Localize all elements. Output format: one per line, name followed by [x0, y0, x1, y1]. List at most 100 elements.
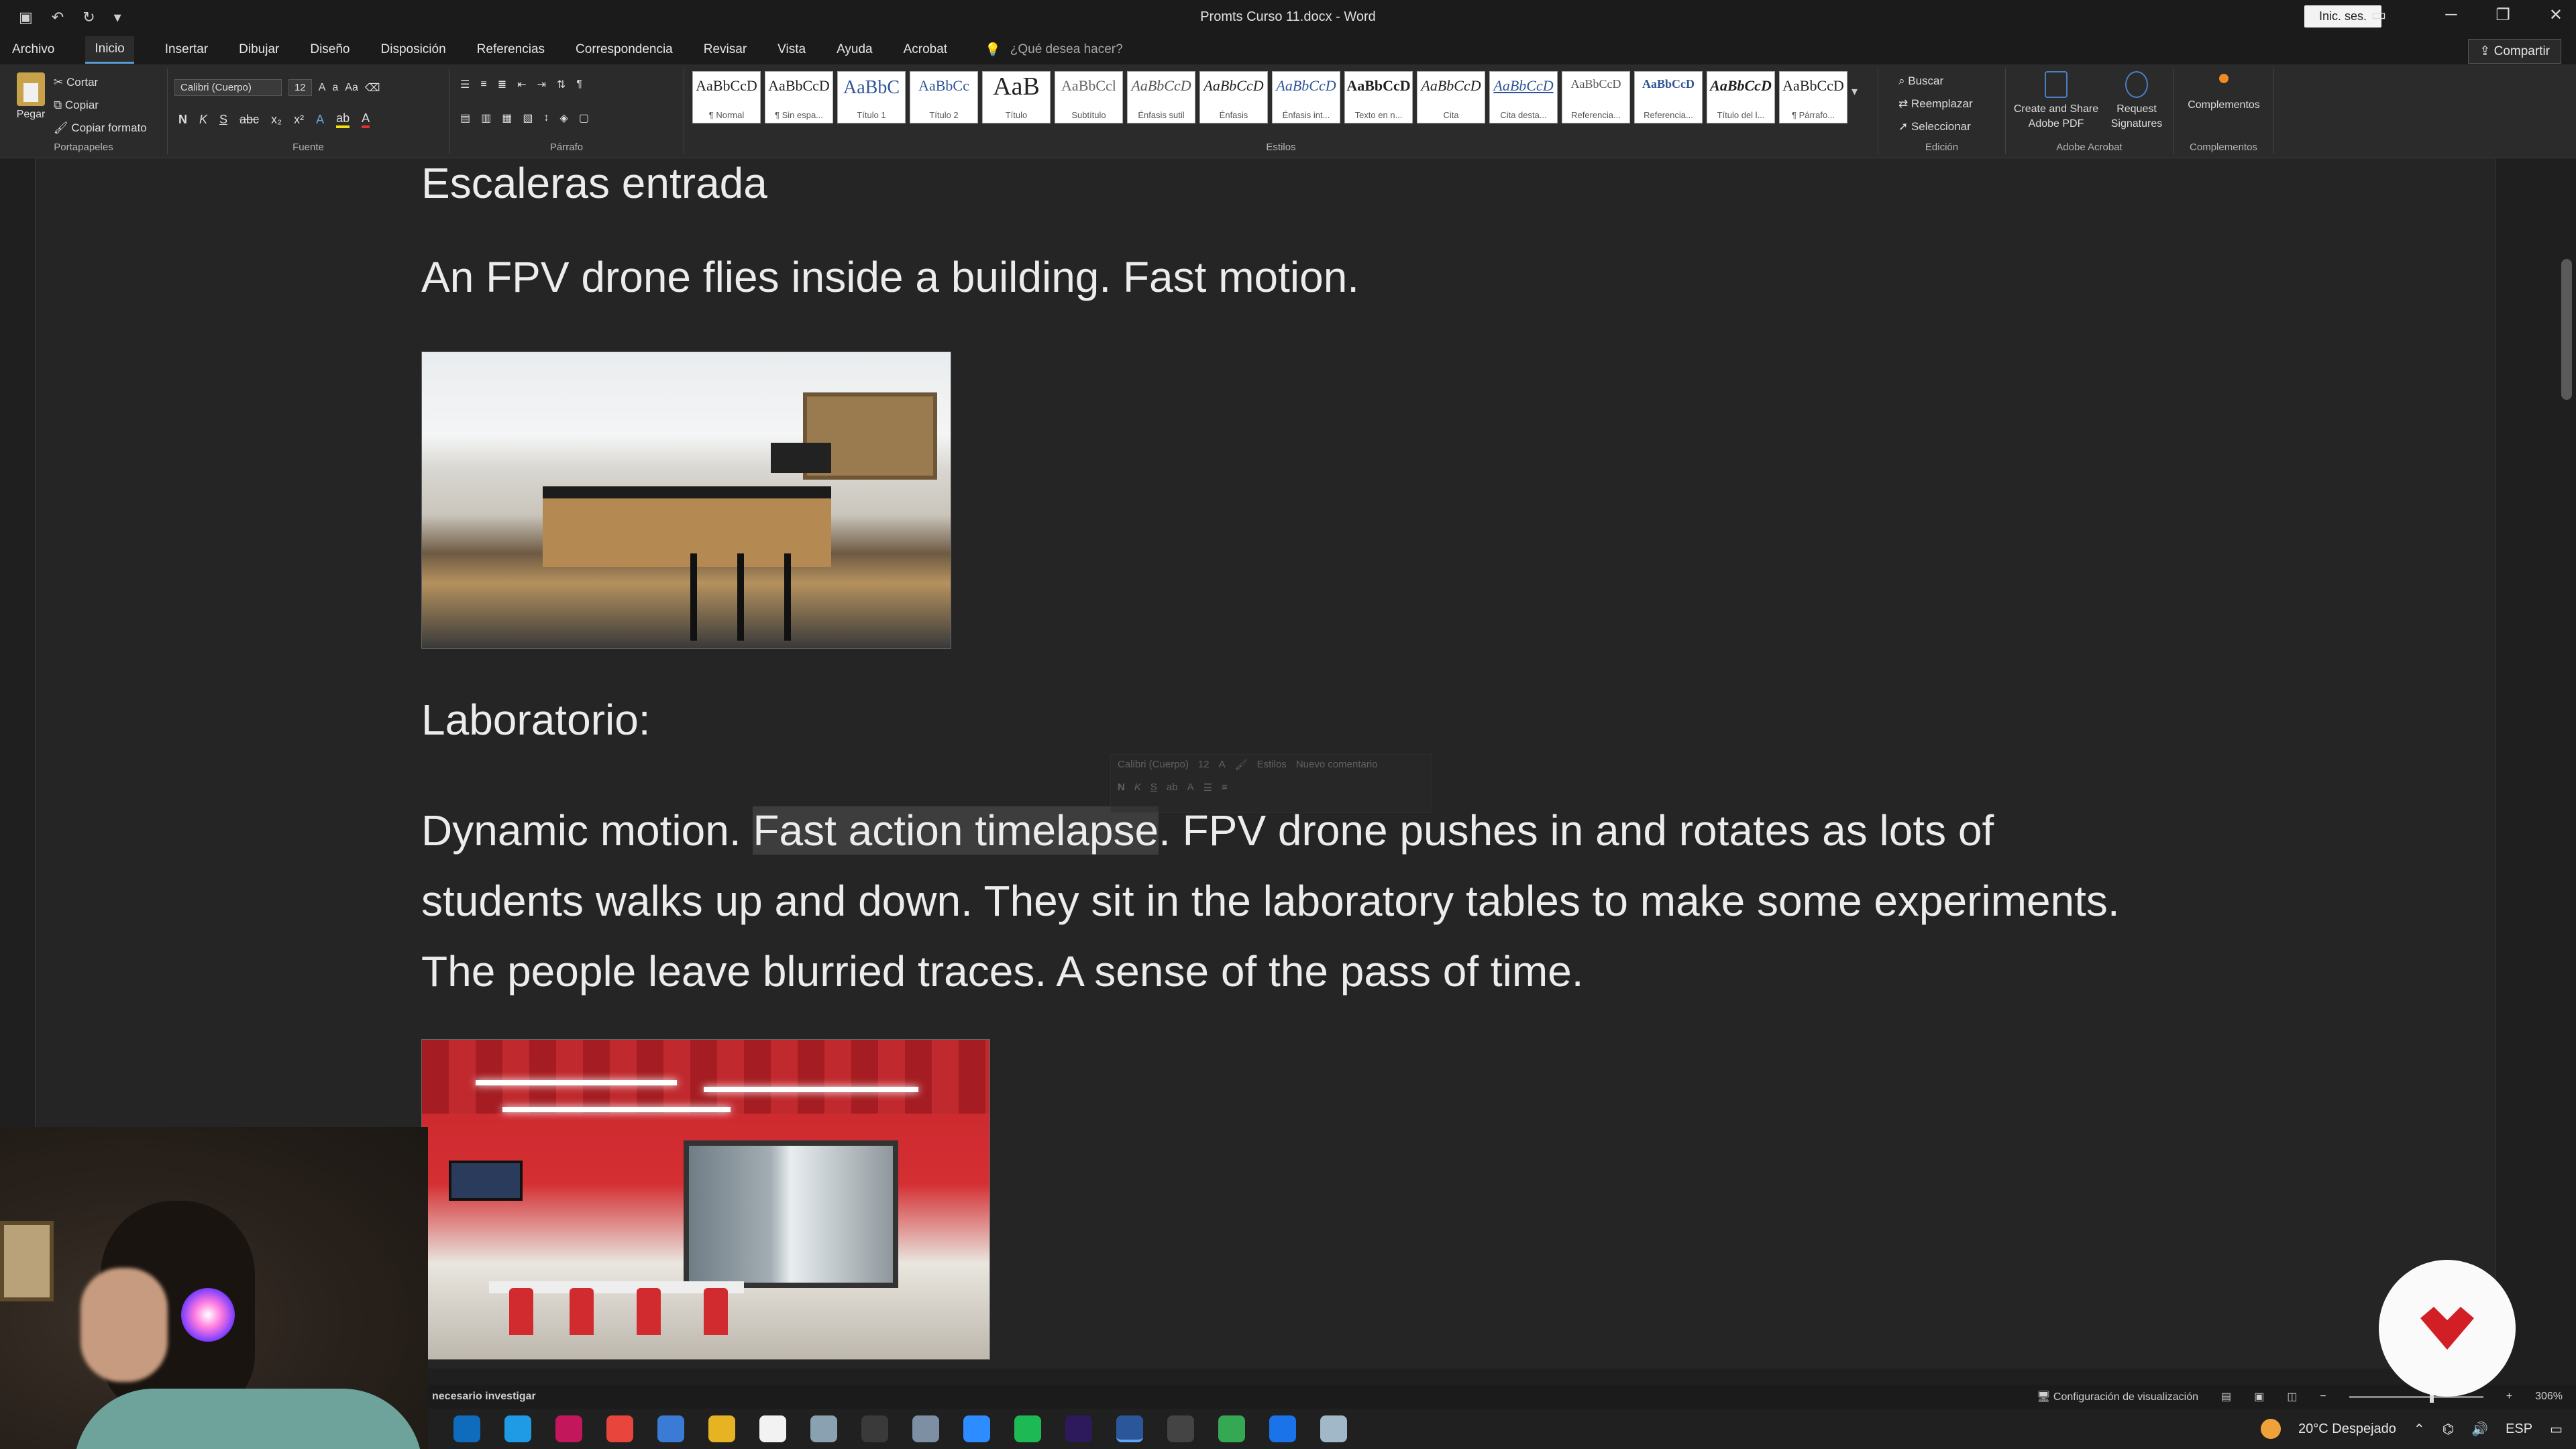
- multilevel-list-icon[interactable]: ≣: [498, 78, 506, 91]
- app-icon[interactable]: [555, 1415, 582, 1442]
- tab-dibujar[interactable]: Dibujar: [239, 42, 279, 57]
- spotify-icon[interactable]: [1014, 1415, 1041, 1442]
- paragraph-fpv[interactable]: An FPV drone flies inside a building. Fa…: [421, 252, 1359, 302]
- heading-laboratorio[interactable]: Laboratorio:: [421, 695, 651, 745]
- notion-icon[interactable]: [759, 1415, 786, 1442]
- grow-font-icon[interactable]: A: [319, 82, 326, 94]
- edge-icon[interactable]: [504, 1415, 531, 1442]
- app-icon[interactable]: [1269, 1415, 1296, 1442]
- request-signatures-button[interactable]: Request Signatures: [2103, 71, 2170, 131]
- mini-highlight-icon[interactable]: ab: [1167, 782, 1178, 794]
- style-subtle-reference[interactable]: AaBbCcD Referencia...: [1562, 71, 1630, 123]
- style-heading2[interactable]: AaBbCc Título 2: [910, 71, 978, 123]
- ribbon-display-icon[interactable]: ▭: [2371, 5, 2387, 25]
- copy-button[interactable]: ⧉ Copiar: [54, 94, 147, 117]
- office-image[interactable]: [421, 1039, 990, 1360]
- style-intense-quote[interactable]: AaBbCcD Cita desta...: [1489, 71, 1558, 123]
- underline-button[interactable]: S: [219, 113, 227, 127]
- style-intense-emphasis[interactable]: AaBbCcD Énfasis int...: [1272, 71, 1340, 123]
- undo-icon[interactable]: ↶: [52, 9, 64, 26]
- shading-icon[interactable]: ◈: [560, 111, 568, 125]
- highlight-icon[interactable]: ab: [336, 111, 350, 128]
- shrink-font-icon[interactable]: a: [332, 82, 338, 94]
- close-icon[interactable]: ✕: [2549, 5, 2563, 25]
- mini-numbering-icon[interactable]: ≡: [1222, 782, 1228, 794]
- paragraph-laboratorio[interactable]: Dynamic motion. Fast action timelapse. F…: [421, 796, 2165, 1007]
- find-button[interactable]: ⌕ Buscar: [1898, 70, 1973, 93]
- mini-toolbar[interactable]: Calibri (Cuerpo) 12 A 🖌 Estilos Nuevo co…: [1110, 754, 1432, 813]
- premiere-icon[interactable]: [1065, 1415, 1092, 1442]
- increase-indent-icon[interactable]: ⇥: [537, 78, 546, 91]
- explorer-icon[interactable]: [708, 1415, 735, 1442]
- borders-icon[interactable]: ▢: [579, 111, 589, 125]
- style-quote[interactable]: AaBbCcD Cita: [1417, 71, 1485, 123]
- align-left-icon[interactable]: ▤: [460, 111, 470, 125]
- mini-bullets-icon[interactable]: ☰: [1203, 782, 1212, 794]
- zoom-icon[interactable]: [963, 1415, 990, 1442]
- web-layout-icon[interactable]: ◫: [2287, 1390, 2297, 1403]
- word-icon[interactable]: [1116, 1415, 1143, 1442]
- tab-referencias[interactable]: Referencias: [477, 42, 545, 57]
- calendar-icon[interactable]: [861, 1415, 888, 1442]
- decrease-indent-icon[interactable]: ⇤: [517, 78, 526, 91]
- style-subtle-emphasis[interactable]: AaBbCcD Énfasis sutil: [1127, 71, 1195, 123]
- tell-me-search[interactable]: 💡 ¿Qué desea hacer?: [985, 42, 1123, 58]
- zoom-slider[interactable]: [2349, 1390, 2483, 1403]
- style-subtitle[interactable]: AaBbCcl Subtítulo: [1055, 71, 1123, 123]
- sign-in-button[interactable]: Inic. ses.: [2304, 5, 2381, 28]
- font-color-icon[interactable]: A: [362, 111, 370, 128]
- tab-revisar[interactable]: Revisar: [704, 42, 747, 57]
- style-book-title[interactable]: AaBbCcD Título del l...: [1707, 71, 1775, 123]
- language-indicator[interactable]: ESP: [2506, 1421, 2532, 1437]
- show-marks-icon[interactable]: ¶: [576, 78, 582, 91]
- network-icon[interactable]: ⌬: [2443, 1421, 2454, 1438]
- mini-brush-icon[interactable]: 🖌: [1235, 759, 1248, 771]
- format-painter-button[interactable]: 🖌 Copiar formato: [54, 117, 147, 140]
- style-title[interactable]: AaB Título: [982, 71, 1051, 123]
- strikethrough-button[interactable]: abc: [239, 113, 259, 127]
- mini-comment-label[interactable]: Nuevo comentario: [1296, 759, 1378, 771]
- volume-icon[interactable]: 🔊: [2471, 1421, 2488, 1438]
- italic-button[interactable]: K: [199, 113, 207, 127]
- select-button[interactable]: ➚ Seleccionar: [1898, 115, 1973, 138]
- mini-grow-icon[interactable]: A: [1219, 759, 1226, 771]
- zoom-level[interactable]: 306%: [2535, 1391, 2563, 1403]
- customize-icon[interactable]: ▾: [114, 9, 121, 26]
- maximize-icon[interactable]: ❐: [2496, 5, 2510, 25]
- save-icon[interactable]: ▣: [19, 9, 33, 26]
- superscript-button[interactable]: x²: [294, 113, 304, 127]
- text-effects-icon[interactable]: A: [316, 113, 324, 127]
- scrollbar-thumb[interactable]: [2561, 259, 2572, 400]
- style-no-spacing[interactable]: AaBbCcD ¶ Sin espa...: [765, 71, 833, 123]
- notification-icon[interactable]: ▭: [2550, 1421, 2563, 1438]
- align-center-icon[interactable]: ▥: [481, 111, 491, 125]
- app-icon[interactable]: [1167, 1415, 1194, 1442]
- subscript-button[interactable]: x₂: [271, 113, 282, 127]
- weather-icon[interactable]: [2261, 1419, 2282, 1439]
- mini-underline-button[interactable]: S: [1150, 782, 1157, 794]
- tab-acrobat[interactable]: Acrobat: [904, 42, 947, 57]
- mini-size-select[interactable]: 12: [1198, 759, 1210, 771]
- display-settings-button[interactable]: 🖥 Configuración de visualización: [2037, 1390, 2198, 1403]
- zoom-in-icon[interactable]: +: [2506, 1391, 2512, 1403]
- style-normal[interactable]: AaBbCcD ¶ Normal: [692, 71, 761, 123]
- vertical-scrollbar[interactable]: [2557, 158, 2576, 1368]
- mini-styles-label[interactable]: Estilos: [1257, 759, 1287, 771]
- align-right-icon[interactable]: ▦: [502, 111, 512, 125]
- sort-icon[interactable]: ⇅: [557, 78, 566, 91]
- style-heading1[interactable]: AaBbC Título 1: [837, 71, 906, 123]
- style-intense-reference[interactable]: AaBbCcD Referencia...: [1634, 71, 1703, 123]
- tab-inicio[interactable]: Inicio: [85, 36, 134, 64]
- heading-escaleras[interactable]: Escaleras entrada: [421, 158, 767, 208]
- outlook-icon[interactable]: [453, 1415, 480, 1442]
- numbering-icon[interactable]: ≡: [480, 78, 486, 91]
- bullets-icon[interactable]: ☰: [460, 78, 470, 91]
- font-name-select[interactable]: Calibri (Cuerpo): [174, 79, 282, 96]
- justify-icon[interactable]: ▧: [523, 111, 533, 125]
- paste-button[interactable]: Pegar: [12, 72, 50, 121]
- style-emphasis[interactable]: AaBbCcD Énfasis: [1199, 71, 1268, 123]
- create-pdf-button[interactable]: Create and Share Adobe PDF: [2009, 71, 2103, 131]
- minimize-icon[interactable]: ─: [2445, 5, 2457, 25]
- style-list-paragraph[interactable]: AaBbCcD ¶ Párrafo...: [1779, 71, 1847, 123]
- redo-icon[interactable]: ↻: [83, 9, 95, 26]
